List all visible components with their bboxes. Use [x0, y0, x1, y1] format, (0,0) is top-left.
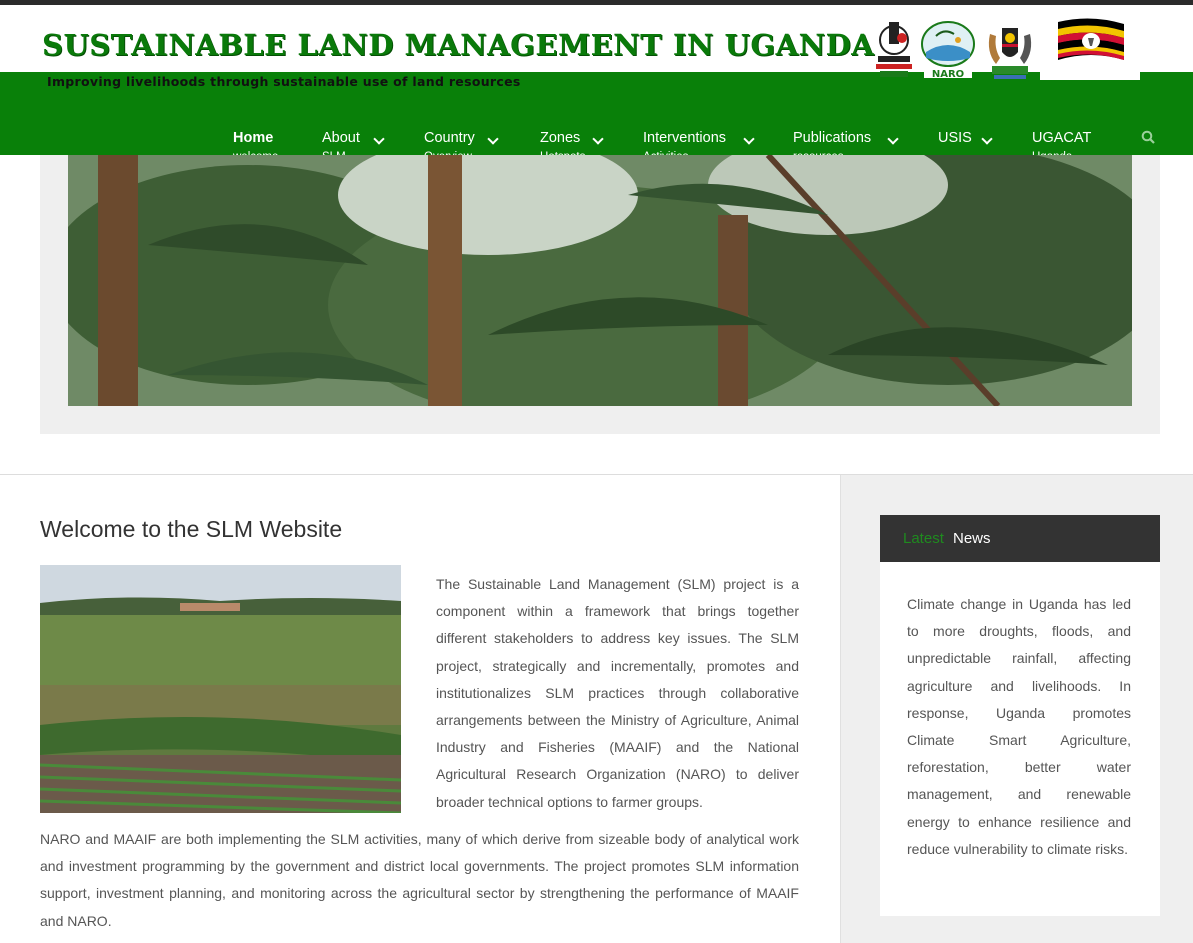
body-paragraph: NARO and MAAIF are both implementing the…: [40, 831, 799, 929]
intro-paragraph: The Sustainable Land Management (SLM) pr…: [436, 576, 799, 810]
chevron-down-icon: [592, 133, 604, 145]
nav-label-home: Home: [233, 130, 274, 146]
naro-logo: NARO: [920, 18, 976, 80]
chevron-down-icon: [487, 133, 499, 145]
sidebar-border: [840, 475, 841, 943]
hero-banana-image: [68, 155, 1132, 406]
site-tagline: Improving livelihoods through sustainabl…: [47, 74, 521, 89]
site-title[interactable]: SUSTAINABLE LAND MANAGEMENT IN UGANDA: [42, 28, 874, 62]
top-border: [0, 0, 1193, 5]
nav-label-country: Country: [424, 130, 475, 146]
nav-label-about: About: [322, 130, 360, 146]
naro-logo-text: NARO: [932, 69, 964, 80]
search-icon[interactable]: [1141, 130, 1155, 144]
research-institute-logo: [872, 18, 916, 80]
coat-of-arms-icon: [984, 18, 1036, 80]
terraced-field-photo: [40, 565, 401, 813]
chevron-down-icon: [887, 133, 899, 145]
chevron-down-icon: [981, 133, 993, 145]
nav-label-publications: Publications: [793, 130, 872, 146]
chevron-down-icon: [743, 133, 755, 145]
news-text: Climate change in Uganda has led to more…: [907, 596, 1131, 857]
uganda-flag: [1040, 14, 1140, 80]
news-heading-main: News: [953, 530, 991, 547]
chevron-down-icon: [373, 133, 385, 145]
news-heading-accent: Latest: [903, 530, 944, 547]
nav-label-ugacat: UGACAT: [1032, 130, 1092, 146]
latest-news-header: Latest News: [880, 515, 1160, 562]
page-title: Welcome to the SLM Website: [40, 516, 343, 542]
nav-label-interventions: Interventions: [643, 130, 727, 146]
nav-label-zones: Zones: [540, 130, 581, 146]
partner-logos: NARO: [868, 14, 1140, 80]
nav-label-usis: USIS: [938, 130, 972, 146]
